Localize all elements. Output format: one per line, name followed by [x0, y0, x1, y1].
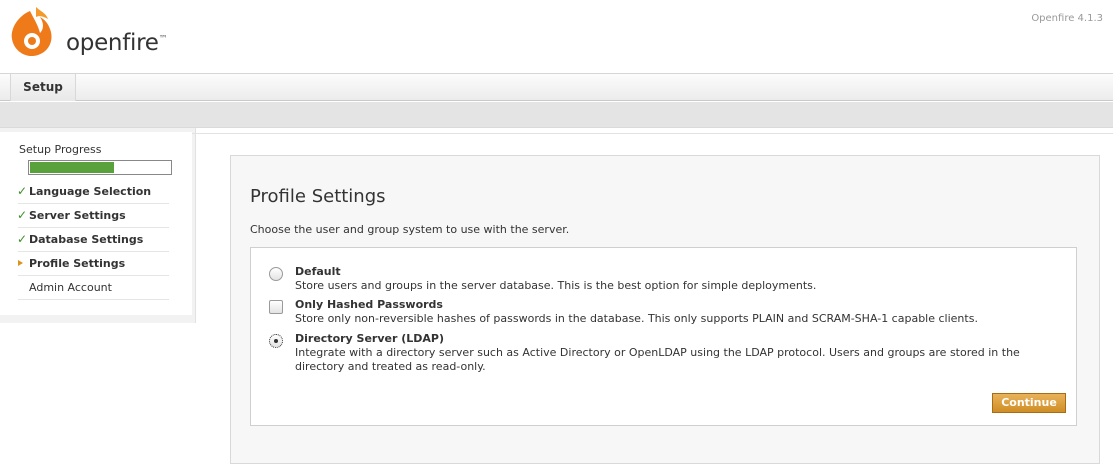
header: openfire™ Openfire 4.1.3 [0, 0, 1113, 74]
tab-bar: Setup [0, 74, 1113, 101]
nav-item-database-settings[interactable]: ✓ Database Settings [17, 228, 169, 252]
sidebar: Setup Progress ✓ Language Selection ✓ Se… [0, 128, 196, 323]
ldap-radio[interactable] [269, 334, 283, 348]
flame-logo-icon [11, 7, 52, 57]
setup-steps-nav: ✓ Language Selection ✓ Server Settings ✓… [17, 180, 169, 300]
check-icon: ✓ [17, 232, 28, 246]
version-label: Openfire 4.1.3 [1031, 13, 1103, 24]
page-intro: Choose the user and group system to use … [250, 223, 570, 236]
tab-setup[interactable]: Setup [10, 74, 76, 101]
page-title: Profile Settings [250, 186, 386, 207]
nav-item-label: Server Settings [29, 209, 126, 222]
nav-item-label: Language Selection [29, 185, 152, 198]
progress-bar [28, 160, 172, 175]
option-title: Only Hashed Passwords [295, 298, 443, 311]
option-description: Store users and groups in the server dat… [295, 279, 817, 292]
nav-item-label: Admin Account [29, 281, 112, 294]
options-box: Default Store users and groups in the se… [250, 247, 1077, 426]
option-title: Directory Server (LDAP) [295, 332, 445, 345]
option-title: Default [295, 265, 341, 278]
nav-item-label: Database Settings [29, 233, 144, 246]
continue-button[interactable]: Continue [992, 393, 1066, 413]
progress-label: Setup Progress [19, 143, 102, 156]
main-top-divider [192, 133, 1113, 134]
check-icon: ✓ [17, 184, 28, 198]
hashed-passwords-checkbox[interactable] [269, 300, 283, 314]
openfire-logo[interactable]: openfire™ [6, 5, 168, 61]
current-step-arrow-icon [18, 260, 23, 266]
progress-bar-fill [30, 162, 114, 173]
logo-text: openfire™ [66, 30, 168, 56]
option-description: Store only non-reversible hashes of pass… [295, 312, 978, 325]
sidebar-panel: Setup Progress ✓ Language Selection ✓ Se… [0, 132, 192, 315]
sub-tab-bar [0, 102, 1113, 128]
check-icon: ✓ [17, 208, 28, 222]
nav-item-language-selection[interactable]: ✓ Language Selection [17, 180, 169, 204]
option-description: Integrate with a directory server such a… [295, 346, 1020, 373]
default-radio[interactable] [269, 267, 283, 281]
nav-item-profile-settings[interactable]: Profile Settings [18, 252, 169, 276]
nav-item-admin-account: Admin Account [18, 276, 169, 300]
nav-item-server-settings[interactable]: ✓ Server Settings [17, 204, 169, 228]
profile-settings-panel: Profile Settings Choose the user and gro… [230, 155, 1100, 464]
nav-item-label: Profile Settings [29, 257, 126, 270]
